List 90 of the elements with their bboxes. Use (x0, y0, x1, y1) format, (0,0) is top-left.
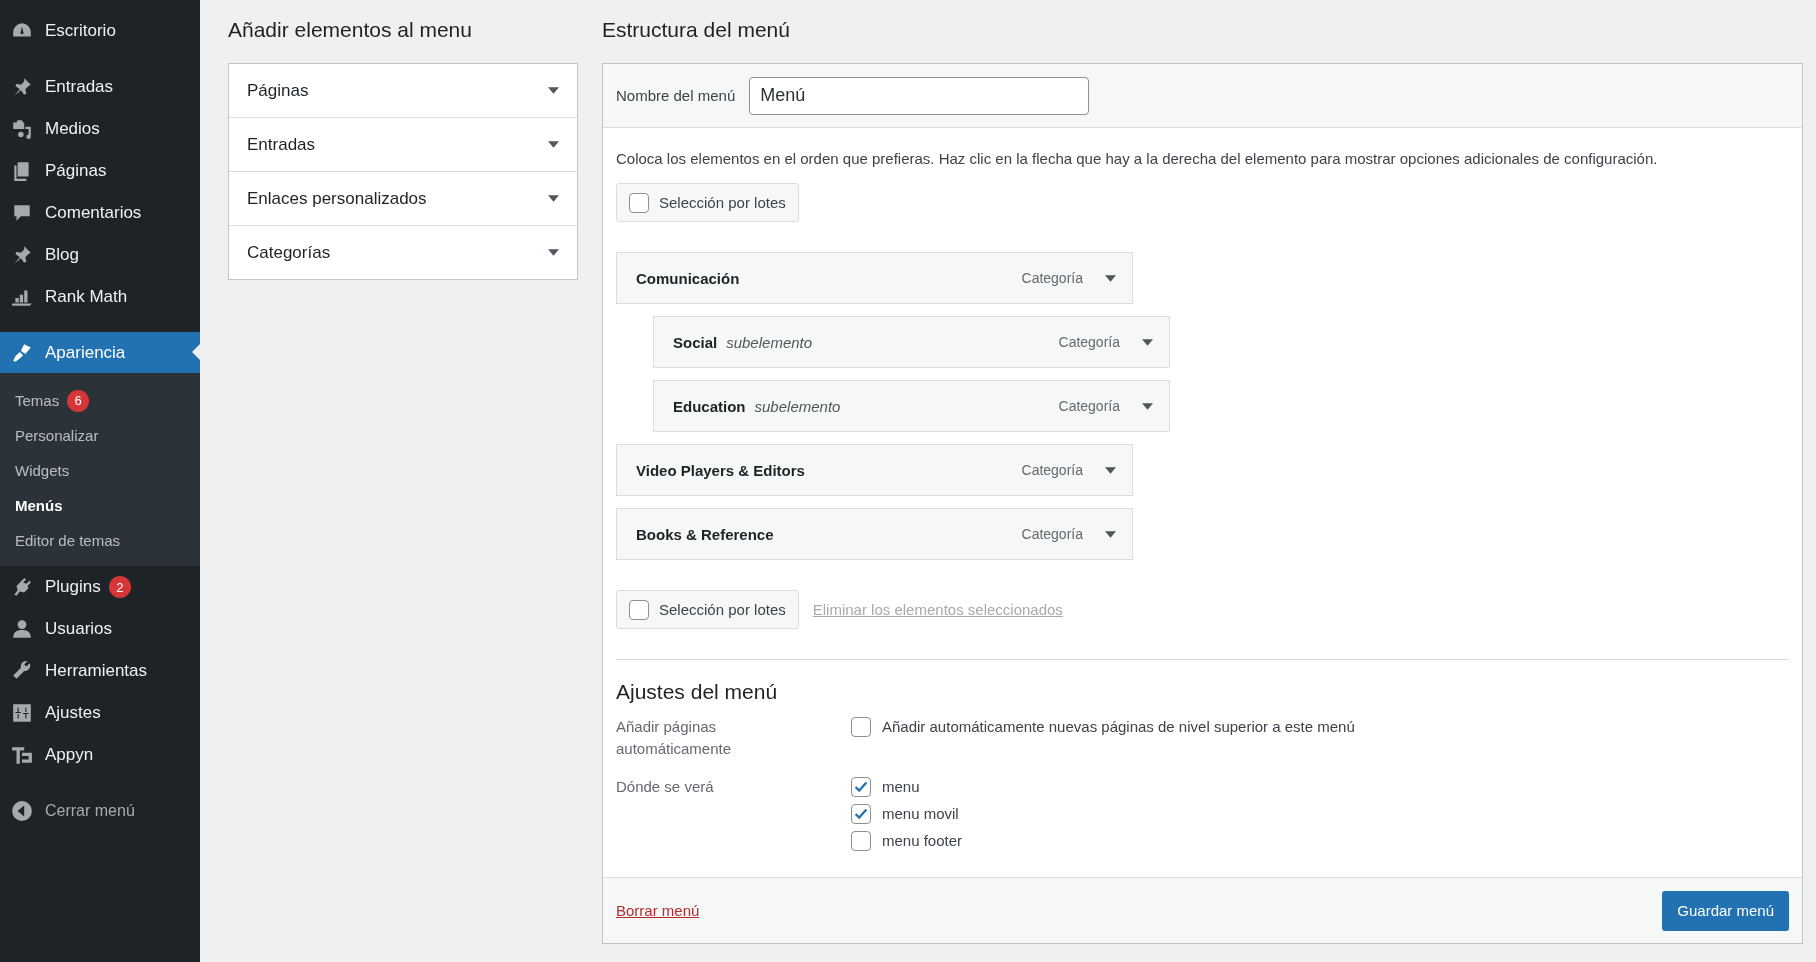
sidebar-item[interactable]: Ajustes (0, 692, 200, 734)
camera-music-icon (11, 118, 33, 140)
menu-name-field[interactable]: Menú (749, 76, 1090, 115)
update-count-badge: 2 (108, 576, 131, 598)
subitem-label: subelemento (754, 397, 841, 415)
update-count-badge: 6 (67, 389, 90, 412)
submenu-item[interactable]: Menús (0, 488, 200, 523)
item-type-label: Categoría (1021, 270, 1083, 286)
sidebar-item[interactable]: Comentarios (0, 192, 200, 234)
menu-item-bar[interactable]: Comunicación Categoría (616, 252, 1133, 304)
sidebar-item[interactable]: Medios (0, 108, 200, 150)
sidebar-item[interactable]: Herramientas (0, 650, 200, 692)
auto-add-checkbox[interactable]: Añadir automáticamente nuevas páginas de nivel superior a este menú (851, 716, 1355, 737)
sidebar-item[interactable]: Plugins 2 (0, 566, 200, 608)
sidebar-item[interactable]: Páginas (0, 150, 200, 192)
current-pointer-icon (192, 344, 200, 360)
menu-item-bar[interactable]: Education subelemento Categoría (653, 380, 1170, 432)
item-type-label: Categoría (1021, 526, 1083, 542)
dropdown-arrow-icon (548, 249, 559, 256)
sidebar-label: Cerrar menú (45, 802, 135, 820)
sidebar-item[interactable]: Apariencia (0, 332, 200, 373)
sidebar-item[interactable]: Usuarios (0, 608, 200, 650)
plug-icon (11, 576, 33, 598)
submenu-item[interactable]: Editor de temas (0, 523, 200, 558)
setting-label: Dónde se verá (616, 777, 715, 797)
sidebar-item[interactable]: Blog (0, 234, 200, 276)
dropdown-arrow-icon[interactable] (1105, 466, 1116, 474)
menu-item-title: Social (673, 333, 718, 351)
settings-heading: Ajustes del menú (616, 680, 779, 704)
section-heading: Estructura del menú (602, 18, 791, 43)
subitem-label: subelemento (726, 333, 813, 351)
save-menu-button[interactable]: Guardar menú (1662, 890, 1789, 931)
sidebar-label: Apariencia (45, 342, 126, 363)
item-type-label: Categoría (1021, 462, 1083, 478)
sidebar-label: Medios (45, 119, 100, 139)
location-checkbox[interactable]: menu movil (851, 803, 963, 824)
submenu-item[interactable]: Temas 6 (0, 383, 200, 418)
location-checkbox[interactable]: menu footer (851, 830, 963, 851)
dropdown-arrow-icon (548, 141, 559, 148)
sidebar-label: Entradas (45, 77, 114, 97)
sidebar-item[interactable]: Entradas (0, 66, 200, 108)
dropdown-arrow-icon[interactable] (1142, 338, 1153, 346)
dropdown-arrow-icon (548, 195, 559, 202)
dropdown-arrow-icon (548, 87, 559, 94)
section-heading: Añadir elementos al menu (228, 18, 473, 43)
sidebar-label: Páginas (45, 161, 107, 181)
menu-item-bar[interactable]: Books & Reference Categoría (616, 508, 1133, 560)
sidebar-label: Ajustes (45, 703, 101, 723)
brush-icon (11, 341, 33, 364)
user-icon (11, 618, 33, 640)
sidebar-label: Escritorio (45, 21, 116, 41)
sidebar-label: Herramientas (45, 661, 148, 681)
item-type-label: Categoría (1058, 334, 1120, 350)
delete-menu-link[interactable]: Borrar menú (616, 902, 700, 919)
menu-item-bar[interactable]: Social subelemento Categoría (653, 316, 1170, 368)
sidebar-label: Usuarios (45, 619, 113, 639)
sidebar-item[interactable]: Appyn (0, 734, 200, 776)
dropdown-arrow-icon[interactable] (1105, 530, 1116, 538)
location-checkbox[interactable]: menu (851, 776, 963, 797)
item-type-label: Categoría (1058, 398, 1120, 414)
setting-label: Añadir páginas automáticamente (616, 717, 733, 759)
sliders-icon (11, 702, 33, 724)
sidebar-label: Comentarios (45, 203, 142, 223)
sidebar-label: Rank Math (45, 287, 128, 307)
bulk-select-checkbox[interactable]: Selección por lotes (616, 183, 799, 222)
sidebar-label: Blog (45, 245, 80, 265)
sidebar-item[interactable]: Escritorio (0, 10, 200, 52)
menu-item-title: Education (673, 397, 746, 415)
sidebar-label: Plugins (45, 577, 101, 597)
menu-item-title: Comunicación (636, 269, 740, 287)
sidebar-label: Appyn (45, 745, 94, 765)
left-arrow-circle-icon (11, 800, 33, 822)
field-label: Nombre del menú (616, 87, 736, 104)
submenu-item[interactable]: Personalizar (0, 418, 200, 453)
dropdown-arrow-icon[interactable] (1142, 402, 1153, 410)
accordion-header[interactable]: Enlaces personalizados (229, 172, 577, 226)
menu-item-title: Video Players & Editors (636, 461, 805, 479)
instructions-text: Coloca los elementos en el orden que prefieras. Haz clic en la flecha que hay a la derecha del elemento para mostrar opciones adicionales de configuración. (616, 150, 1659, 167)
collapse-menu-button[interactable]: Cerrar menú (0, 790, 200, 832)
logo-icon (11, 744, 33, 766)
menu-item-title: Books & Reference (636, 525, 774, 543)
bulk-select-checkbox[interactable]: Selección por lotes (616, 590, 799, 629)
sidebar-item[interactable]: Rank Math (0, 276, 200, 318)
accordion-header[interactable]: Entradas (229, 118, 577, 172)
dropdown-arrow-icon[interactable] (1105, 274, 1116, 282)
accordion-header[interactable]: Categorías (229, 226, 577, 279)
accordion-header[interactable]: Páginas (229, 64, 577, 118)
wrench-icon (11, 660, 33, 682)
submenu-item[interactable]: Widgets (0, 453, 200, 488)
menu-item-bar[interactable]: Video Players & Editors Categoría (616, 444, 1133, 496)
